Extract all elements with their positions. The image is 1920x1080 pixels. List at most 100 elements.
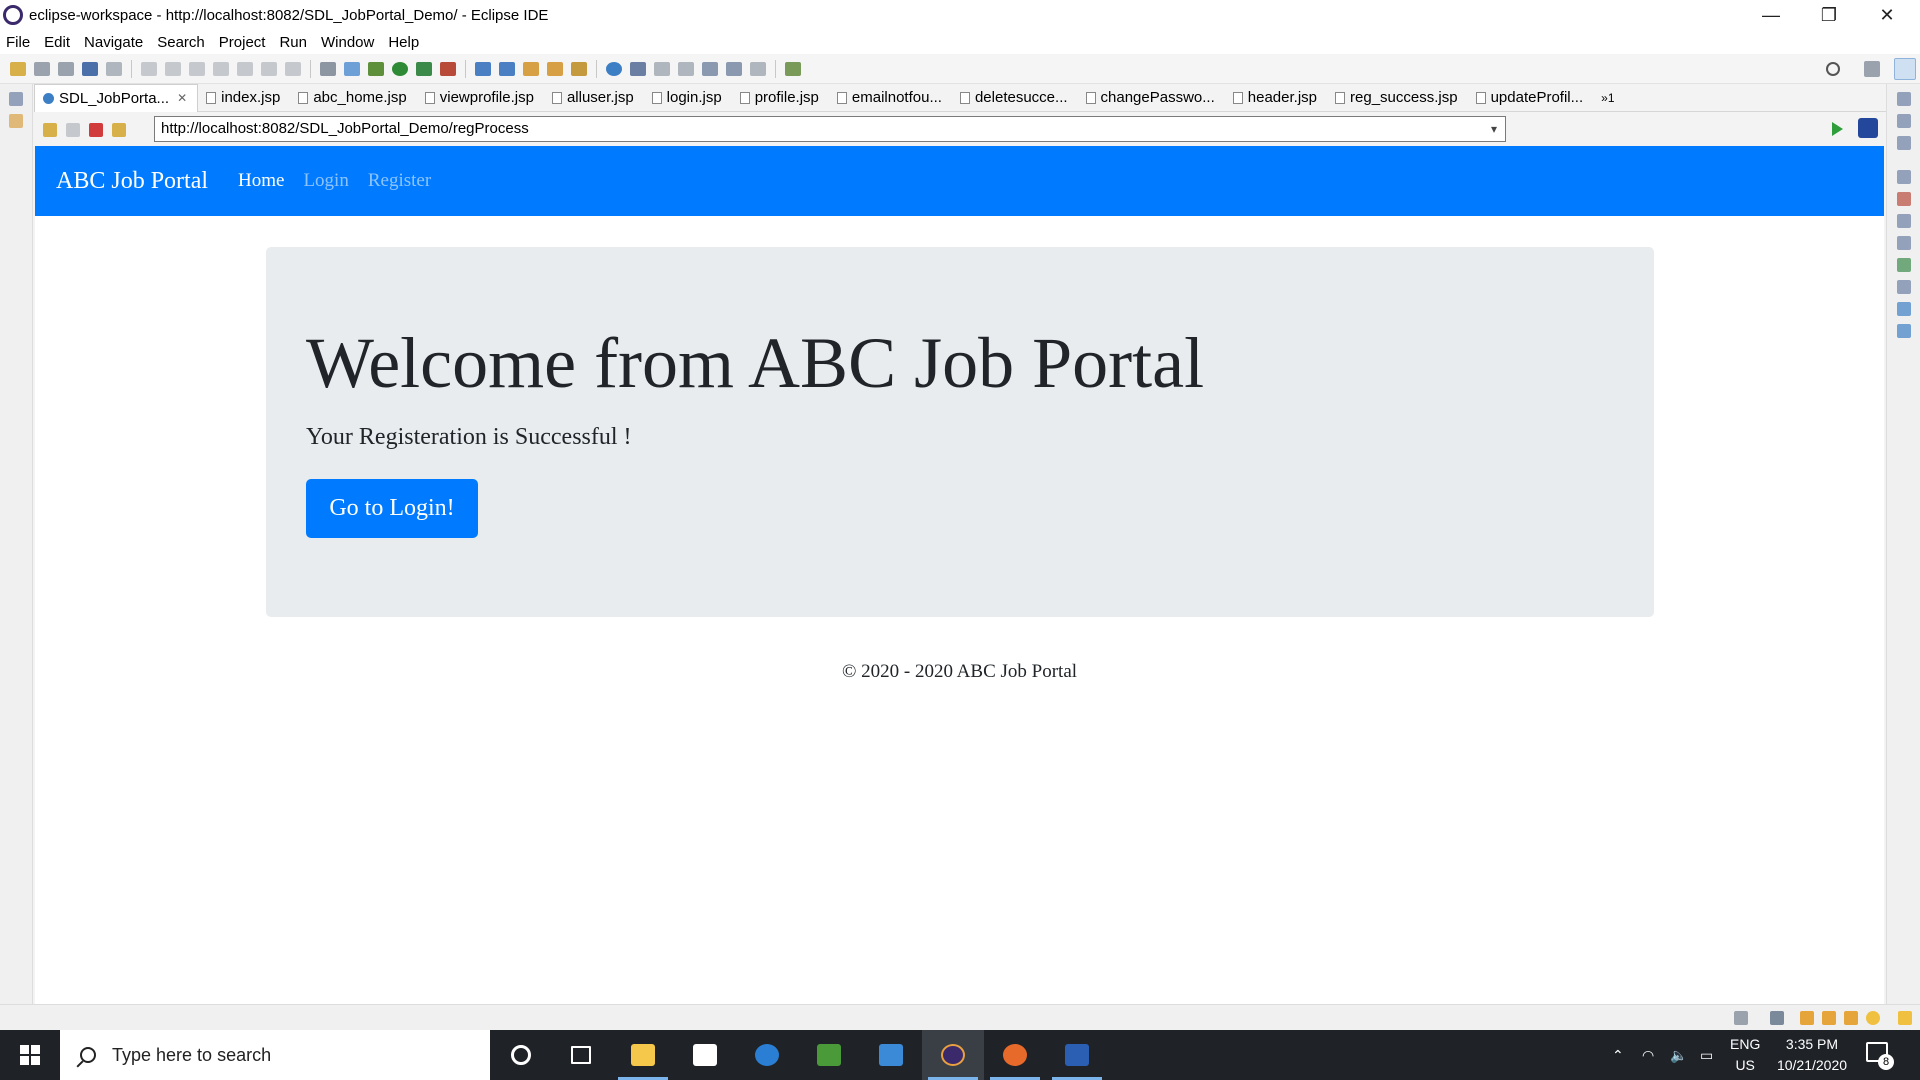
taskbar-firefox[interactable] [984,1030,1046,1080]
data-source-icon[interactable] [1896,258,1911,272]
servers-icon[interactable] [1896,236,1911,250]
properties-icon[interactable] [1896,214,1911,228]
progress-icon[interactable] [1896,324,1911,338]
last-edit-icon[interactable] [702,61,718,76]
outline-icon[interactable] [1896,114,1911,128]
tab-changepassword[interactable]: changePasswo... [1078,84,1225,112]
menu-help[interactable]: Help [388,34,419,51]
build-icon[interactable] [1770,1011,1784,1025]
chevron-down-icon[interactable]: ▾ [1491,117,1497,141]
task-list-icon[interactable] [1896,136,1911,150]
site-brand[interactable]: ABC Job Portal [56,168,208,195]
volume-icon[interactable]: 🔈 [1670,1030,1687,1080]
tab-alluser-jsp[interactable]: alluser.jsp [544,84,644,112]
pin-editor-icon[interactable] [785,61,801,76]
nav-login[interactable]: Login [303,170,348,192]
refresh-icon[interactable] [112,122,126,137]
open-task-icon[interactable] [547,61,563,76]
nav-home[interactable]: Home [238,170,284,192]
step-return-icon[interactable] [285,61,301,76]
tab-reg-success-jsp[interactable]: reg_success.jsp [1327,84,1468,112]
menu-edit[interactable]: Edit [44,34,70,51]
minimize-button[interactable]: — [1742,0,1800,30]
disconnect-icon[interactable] [213,61,229,76]
task-view-button[interactable] [550,1030,612,1080]
book-icon[interactable] [1800,1011,1814,1025]
wifi-icon[interactable]: ◠ [1642,1030,1654,1080]
java-ee-perspective-icon[interactable] [1894,58,1916,80]
tab-deletesuccess[interactable]: deletesucce... [952,84,1078,112]
restore-button[interactable]: ❐ [1800,0,1858,30]
tab-profile-jsp[interactable]: profile.jsp [732,84,829,112]
language-indicator[interactable]: ENG US [1730,1034,1760,1076]
taskbar-store[interactable] [674,1030,736,1080]
tab-header-jsp[interactable]: header.jsp [1225,84,1327,112]
close-button[interactable]: ✕ [1858,0,1916,30]
tab-overflow-button[interactable]: »1 [1593,84,1624,112]
show-hidden-icons[interactable]: ⌃ [1612,1030,1624,1080]
restore-view-icon[interactable] [1896,170,1911,184]
taskbar-eclipse[interactable] [922,1030,984,1080]
new-class-icon[interactable] [499,61,515,76]
menu-window[interactable]: Window [321,34,374,51]
stop-icon[interactable] [89,122,103,137]
go-icon[interactable] [1832,122,1843,136]
previous-annotation-icon[interactable] [678,61,694,76]
cortana-button[interactable] [490,1030,552,1080]
close-tab-icon[interactable]: ✕ [177,91,187,105]
go-to-login-button[interactable]: Go to Login! [306,479,478,538]
clock[interactable]: 3:35 PM 10/21/2020 [1764,1034,1860,1076]
start-button[interactable] [0,1030,60,1080]
update-icon[interactable] [1734,1011,1748,1025]
tab-abc-home-jsp[interactable]: abc_home.jsp [290,84,416,112]
markers-icon[interactable] [1896,192,1911,206]
console-icon[interactable] [1896,302,1911,316]
open-perspective-icon[interactable] [630,61,646,76]
menu-search[interactable]: Search [157,34,205,51]
terminate-icon[interactable] [189,61,205,76]
forward-icon[interactable] [750,61,766,76]
search-tool-icon[interactable] [571,61,587,76]
terminal-icon[interactable] [82,61,98,76]
project-explorer-icon[interactable] [9,114,23,128]
tutorial-icon[interactable] [1822,1011,1836,1025]
open-external-icon[interactable] [1858,118,1878,138]
save-icon[interactable] [34,61,50,76]
search-icon[interactable] [1826,62,1840,76]
lightbulb-icon[interactable] [1898,1011,1912,1025]
toggle-mark-icon[interactable] [344,61,360,76]
next-annotation-icon[interactable] [654,61,670,76]
tab-index-jsp[interactable]: index.jsp [198,84,290,112]
format-icon[interactable] [320,61,336,76]
snippets-icon[interactable] [1896,280,1911,294]
taskbar-search[interactable]: Type here to search [60,1030,490,1080]
battery-icon[interactable]: ▭ [1700,1030,1713,1080]
external-tools-icon[interactable] [440,61,456,76]
edit-icon[interactable] [1844,1011,1858,1025]
menu-file[interactable]: File [6,34,30,51]
menu-navigate[interactable]: Navigate [84,34,143,51]
taskbar-edge[interactable] [736,1030,798,1080]
tab-emailnotfound[interactable]: emailnotfou... [829,84,952,112]
forward-icon[interactable] [66,122,80,137]
step-over-icon[interactable] [261,61,277,76]
step-into-icon[interactable] [237,61,253,76]
open-perspective-icon[interactable] [1864,61,1880,77]
suspend-icon[interactable] [165,61,181,76]
save-all-icon[interactable] [58,61,74,76]
new-server-icon[interactable] [475,61,491,76]
resume-icon[interactable] [141,61,157,76]
url-field[interactable]: http://localhost:8082/SDL_JobPortal_Demo… [154,116,1506,142]
back-icon[interactable] [43,122,57,137]
taskbar-file-explorer[interactable] [612,1030,674,1080]
tab-viewprofile-jsp[interactable]: viewprofile.jsp [417,84,544,112]
taskbar-word[interactable] [1046,1030,1108,1080]
menu-run[interactable]: Run [279,34,307,51]
open-browser-icon[interactable] [606,61,622,76]
restore-view-icon[interactable] [9,92,23,106]
skip-breakpoints-icon[interactable] [106,61,122,76]
coverage-icon[interactable] [416,61,432,76]
tab-updateprofile[interactable]: updateProfil... [1468,84,1594,112]
tab-login-jsp[interactable]: login.jsp [644,84,732,112]
taskbar-mail[interactable] [860,1030,922,1080]
